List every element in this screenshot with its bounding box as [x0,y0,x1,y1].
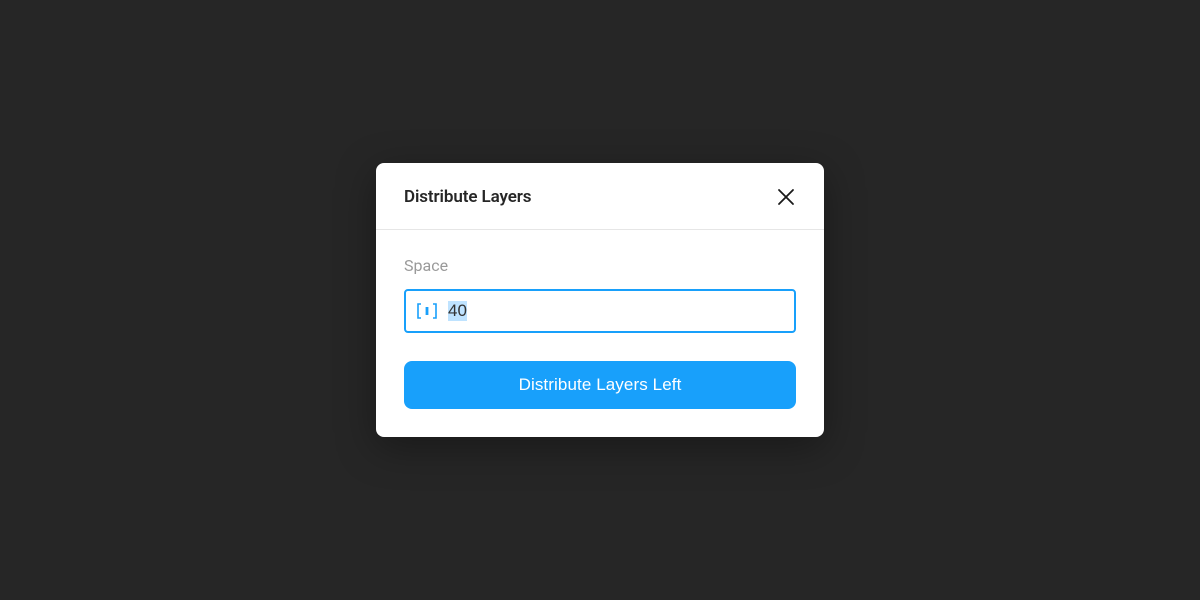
close-icon [777,188,795,206]
space-label: Space [404,256,796,275]
distribute-space-icon [416,301,438,321]
close-button[interactable] [772,183,800,211]
space-input-wrap[interactable] [404,289,796,333]
dialog-title: Distribute Layers [404,187,531,207]
distribute-layers-dialog: Distribute Layers Space Distribute Layer… [376,163,824,437]
dialog-body: Space Distribute Layers Left [376,230,824,437]
space-input[interactable] [448,291,784,331]
dialog-header: Distribute Layers [376,163,824,230]
distribute-submit-button[interactable]: Distribute Layers Left [404,361,796,409]
